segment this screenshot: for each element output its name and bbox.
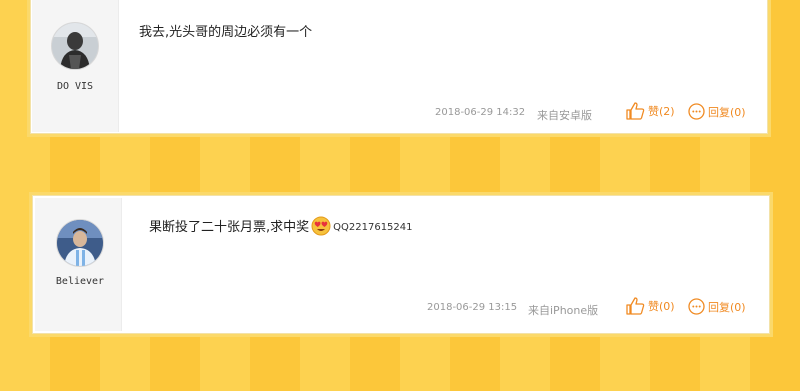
like-button[interactable]: 赞(2) bbox=[625, 102, 675, 120]
heart-eyes-emoji-icon bbox=[311, 216, 331, 236]
username[interactable]: DO VIS bbox=[32, 81, 118, 92]
comment-bubble-icon bbox=[688, 298, 705, 315]
thumbs-up-icon bbox=[626, 297, 645, 315]
username[interactable]: Believer bbox=[37, 276, 123, 287]
qq-number: QQ2217615241 bbox=[333, 222, 413, 233]
comment-text: 果断投了二十张月票,求中奖 QQ2217615241 bbox=[149, 216, 413, 236]
comment-timestamp: 2018-06-29 13:15 bbox=[427, 302, 518, 313]
reply-button[interactable]: 回复(0) bbox=[688, 103, 746, 120]
comment-text: 我去,光头哥的周边必须有一个 bbox=[139, 25, 313, 40]
comment-text-content: 果断投了二十张月票,求中奖 bbox=[149, 220, 310, 235]
reply-count-label: 回复(0) bbox=[708, 105, 746, 119]
avatar[interactable] bbox=[51, 22, 99, 70]
comment-bubble-icon bbox=[688, 103, 705, 120]
reply-button[interactable]: 回复(0) bbox=[688, 298, 746, 315]
thumbs-up-icon bbox=[626, 102, 645, 120]
comment-author-panel: DO VIS bbox=[32, 0, 119, 132]
comment-card: DO VIS 我去,光头哥的周边必须有一个 2018-06-29 14:32 来… bbox=[30, 0, 768, 134]
like-button[interactable]: 赞(0) bbox=[625, 297, 675, 315]
comment-card: Believer 果断投了二十张月票,求中奖 QQ2217615241 2018… bbox=[32, 195, 770, 334]
comment-source: 来自iPhone版 bbox=[528, 304, 599, 317]
comment-author-panel: Believer bbox=[35, 198, 122, 331]
comment-source: 来自安卓版 bbox=[537, 109, 592, 122]
comment-timestamp: 2018-06-29 14:32 bbox=[435, 107, 526, 118]
like-count-label: 赞(2) bbox=[648, 105, 675, 118]
reply-count-label: 回复(0) bbox=[708, 300, 746, 314]
avatar[interactable] bbox=[56, 219, 104, 267]
like-count-label: 赞(0) bbox=[648, 300, 675, 313]
